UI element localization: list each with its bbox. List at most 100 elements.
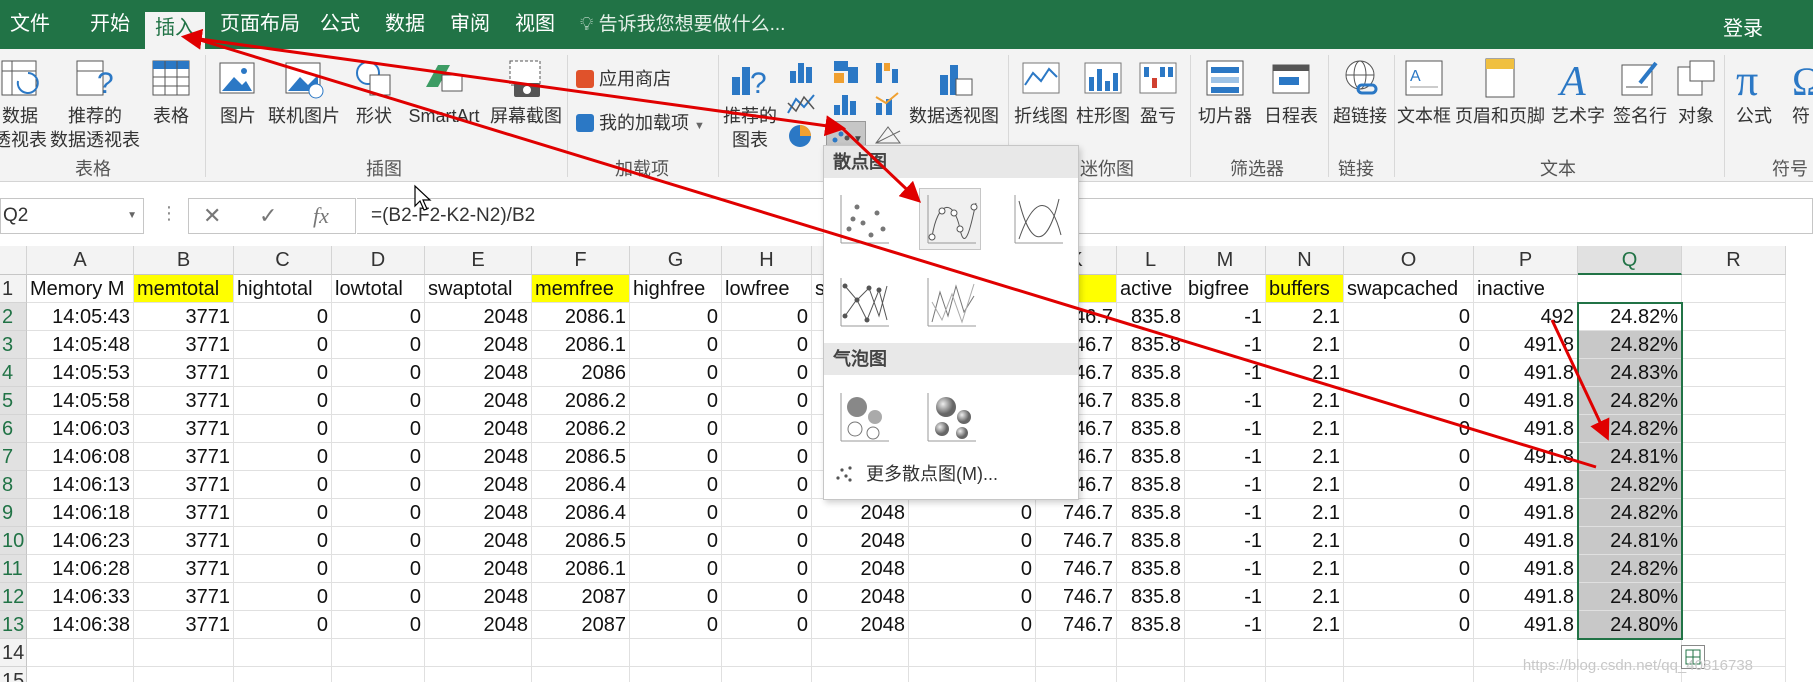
more-scatter-charts-item[interactable]: 更多散点图(M)... (824, 454, 1078, 494)
data-cell[interactable]: 0 (234, 331, 332, 359)
empty-cell[interactable] (1117, 667, 1185, 682)
data-cell[interactable]: 835.8 (1117, 583, 1185, 611)
data-cell[interactable]: 0 (722, 415, 812, 443)
data-cell[interactable]: 0 (630, 387, 722, 415)
data-cell[interactable]: 0 (630, 331, 722, 359)
data-cell[interactable]: 14:06:18 (27, 499, 134, 527)
sparkline-line-button[interactable]: 折线图 (1012, 57, 1070, 128)
column-header-a[interactable]: A (27, 246, 134, 275)
data-cell[interactable]: 0 (630, 359, 722, 387)
pie-chart-button[interactable] (784, 121, 820, 151)
data-cell[interactable]: 3771 (134, 443, 234, 471)
data-cell[interactable]: 2048 (812, 611, 909, 639)
empty-cell[interactable] (332, 667, 425, 682)
empty-cell[interactable] (812, 639, 909, 667)
data-cell[interactable]: 0 (630, 527, 722, 555)
column-header-b[interactable]: B (134, 246, 234, 275)
data-cell[interactable] (1682, 415, 1786, 443)
data-cell[interactable]: -1 (1185, 331, 1266, 359)
data-cell[interactable]: 0 (630, 499, 722, 527)
data-cell[interactable]: 2.1 (1266, 611, 1344, 639)
scatter-thumb[interactable] (832, 188, 894, 250)
data-cell[interactable]: 2086.4 (532, 471, 630, 499)
data-cell[interactable]: 0 (722, 471, 812, 499)
data-cell[interactable]: 2086.5 (532, 443, 630, 471)
data-cell[interactable]: 14:06:13 (27, 471, 134, 499)
header-cell[interactable] (1682, 275, 1786, 303)
data-cell[interactable]: 2.1 (1266, 387, 1344, 415)
column-header-r[interactable]: R (1682, 246, 1786, 275)
data-cell[interactable] (1682, 331, 1786, 359)
data-cell[interactable]: 14:06:08 (27, 443, 134, 471)
data-cell[interactable]: -1 (1185, 415, 1266, 443)
data-cell[interactable] (1682, 443, 1786, 471)
data-cell[interactable]: 2.1 (1266, 471, 1344, 499)
data-cell[interactable]: -1 (1185, 303, 1266, 331)
data-cell[interactable]: 3771 (134, 499, 234, 527)
header-cell[interactable]: buffers (1266, 275, 1344, 303)
data-cell[interactable]: 2048 (425, 415, 532, 443)
data-cell[interactable]: 0 (234, 583, 332, 611)
header-cell[interactable]: active (1117, 275, 1185, 303)
column-header-g[interactable]: G (630, 246, 722, 275)
empty-cell[interactable] (1036, 667, 1117, 682)
empty-cell[interactable] (1036, 639, 1117, 667)
data-cell[interactable]: 0 (1344, 387, 1474, 415)
data-cell[interactable]: 0 (234, 499, 332, 527)
data-cell[interactable]: 0 (722, 359, 812, 387)
row-header[interactable]: 5 (0, 387, 27, 415)
data-cell[interactable]: 2048 (425, 359, 532, 387)
scatter-straight-lines-markers-thumb[interactable] (832, 271, 894, 333)
data-cell[interactable]: 746.7 (1036, 499, 1117, 527)
header-cell[interactable]: bigfree (1185, 275, 1266, 303)
column-header-p[interactable]: P (1474, 246, 1578, 275)
data-cell[interactable]: 491.8 (1474, 443, 1578, 471)
select-all-corner[interactable] (0, 246, 27, 275)
header-cell[interactable]: memfree (532, 275, 630, 303)
scatter-straight-lines-thumb[interactable] (919, 271, 981, 333)
data-cell[interactable]: 0 (630, 611, 722, 639)
picture-button[interactable]: 图片 (214, 57, 262, 128)
data-cell[interactable]: -1 (1185, 359, 1266, 387)
data-cell[interactable]: 0 (234, 527, 332, 555)
data-cell[interactable]: 2048 (425, 583, 532, 611)
data-cell[interactable] (1682, 359, 1786, 387)
data-cell[interactable]: 3771 (134, 583, 234, 611)
data-cell[interactable]: 0 (1344, 499, 1474, 527)
data-cell[interactable]: 2048 (425, 555, 532, 583)
table-button[interactable]: 表格 (148, 57, 194, 128)
pivot-chart-button[interactable]: 数据透视图 (908, 57, 1000, 128)
column-header-f[interactable]: F (532, 246, 630, 275)
empty-cell[interactable] (1117, 639, 1185, 667)
data-cell[interactable]: -1 (1185, 387, 1266, 415)
data-cell[interactable]: 2.1 (1266, 443, 1344, 471)
data-cell[interactable]: 0 (1344, 527, 1474, 555)
data-cell[interactable]: 0 (332, 555, 425, 583)
store-button[interactable]: 应用商店 (576, 67, 671, 91)
data-cell[interactable]: 0 (1344, 583, 1474, 611)
signature-line-button[interactable]: 签名行 (1610, 57, 1670, 128)
row-header[interactable]: 3 (0, 331, 27, 359)
data-cell[interactable]: 491.8 (1474, 331, 1578, 359)
data-cell[interactable]: 0 (332, 611, 425, 639)
data-cell[interactable]: 0 (234, 303, 332, 331)
tab-file[interactable]: 文件 (0, 0, 60, 49)
my-addins-button[interactable]: 我的加载项 ▼ (576, 111, 705, 138)
data-cell[interactable]: 491.8 (1474, 415, 1578, 443)
smartart-button[interactable]: SmartArt (404, 57, 484, 128)
enter-icon[interactable]: ✓ (259, 203, 277, 229)
data-cell[interactable]: 0 (332, 527, 425, 555)
data-cell[interactable]: 2087 (532, 611, 630, 639)
data-cell[interactable]: 746.7 (1036, 583, 1117, 611)
data-cell[interactable]: 2048 (425, 303, 532, 331)
combo-chart-button[interactable] (872, 89, 908, 119)
empty-cell[interactable] (532, 639, 630, 667)
data-cell[interactable]: 0 (1344, 415, 1474, 443)
data-cell[interactable]: 835.8 (1117, 387, 1185, 415)
data-cell[interactable]: 835.8 (1117, 527, 1185, 555)
data-cell[interactable]: -1 (1185, 555, 1266, 583)
data-cell[interactable]: 0 (234, 471, 332, 499)
data-cell[interactable]: 0 (1344, 471, 1474, 499)
data-cell[interactable]: 14:06:28 (27, 555, 134, 583)
bubble-3d-thumb[interactable] (919, 386, 981, 448)
